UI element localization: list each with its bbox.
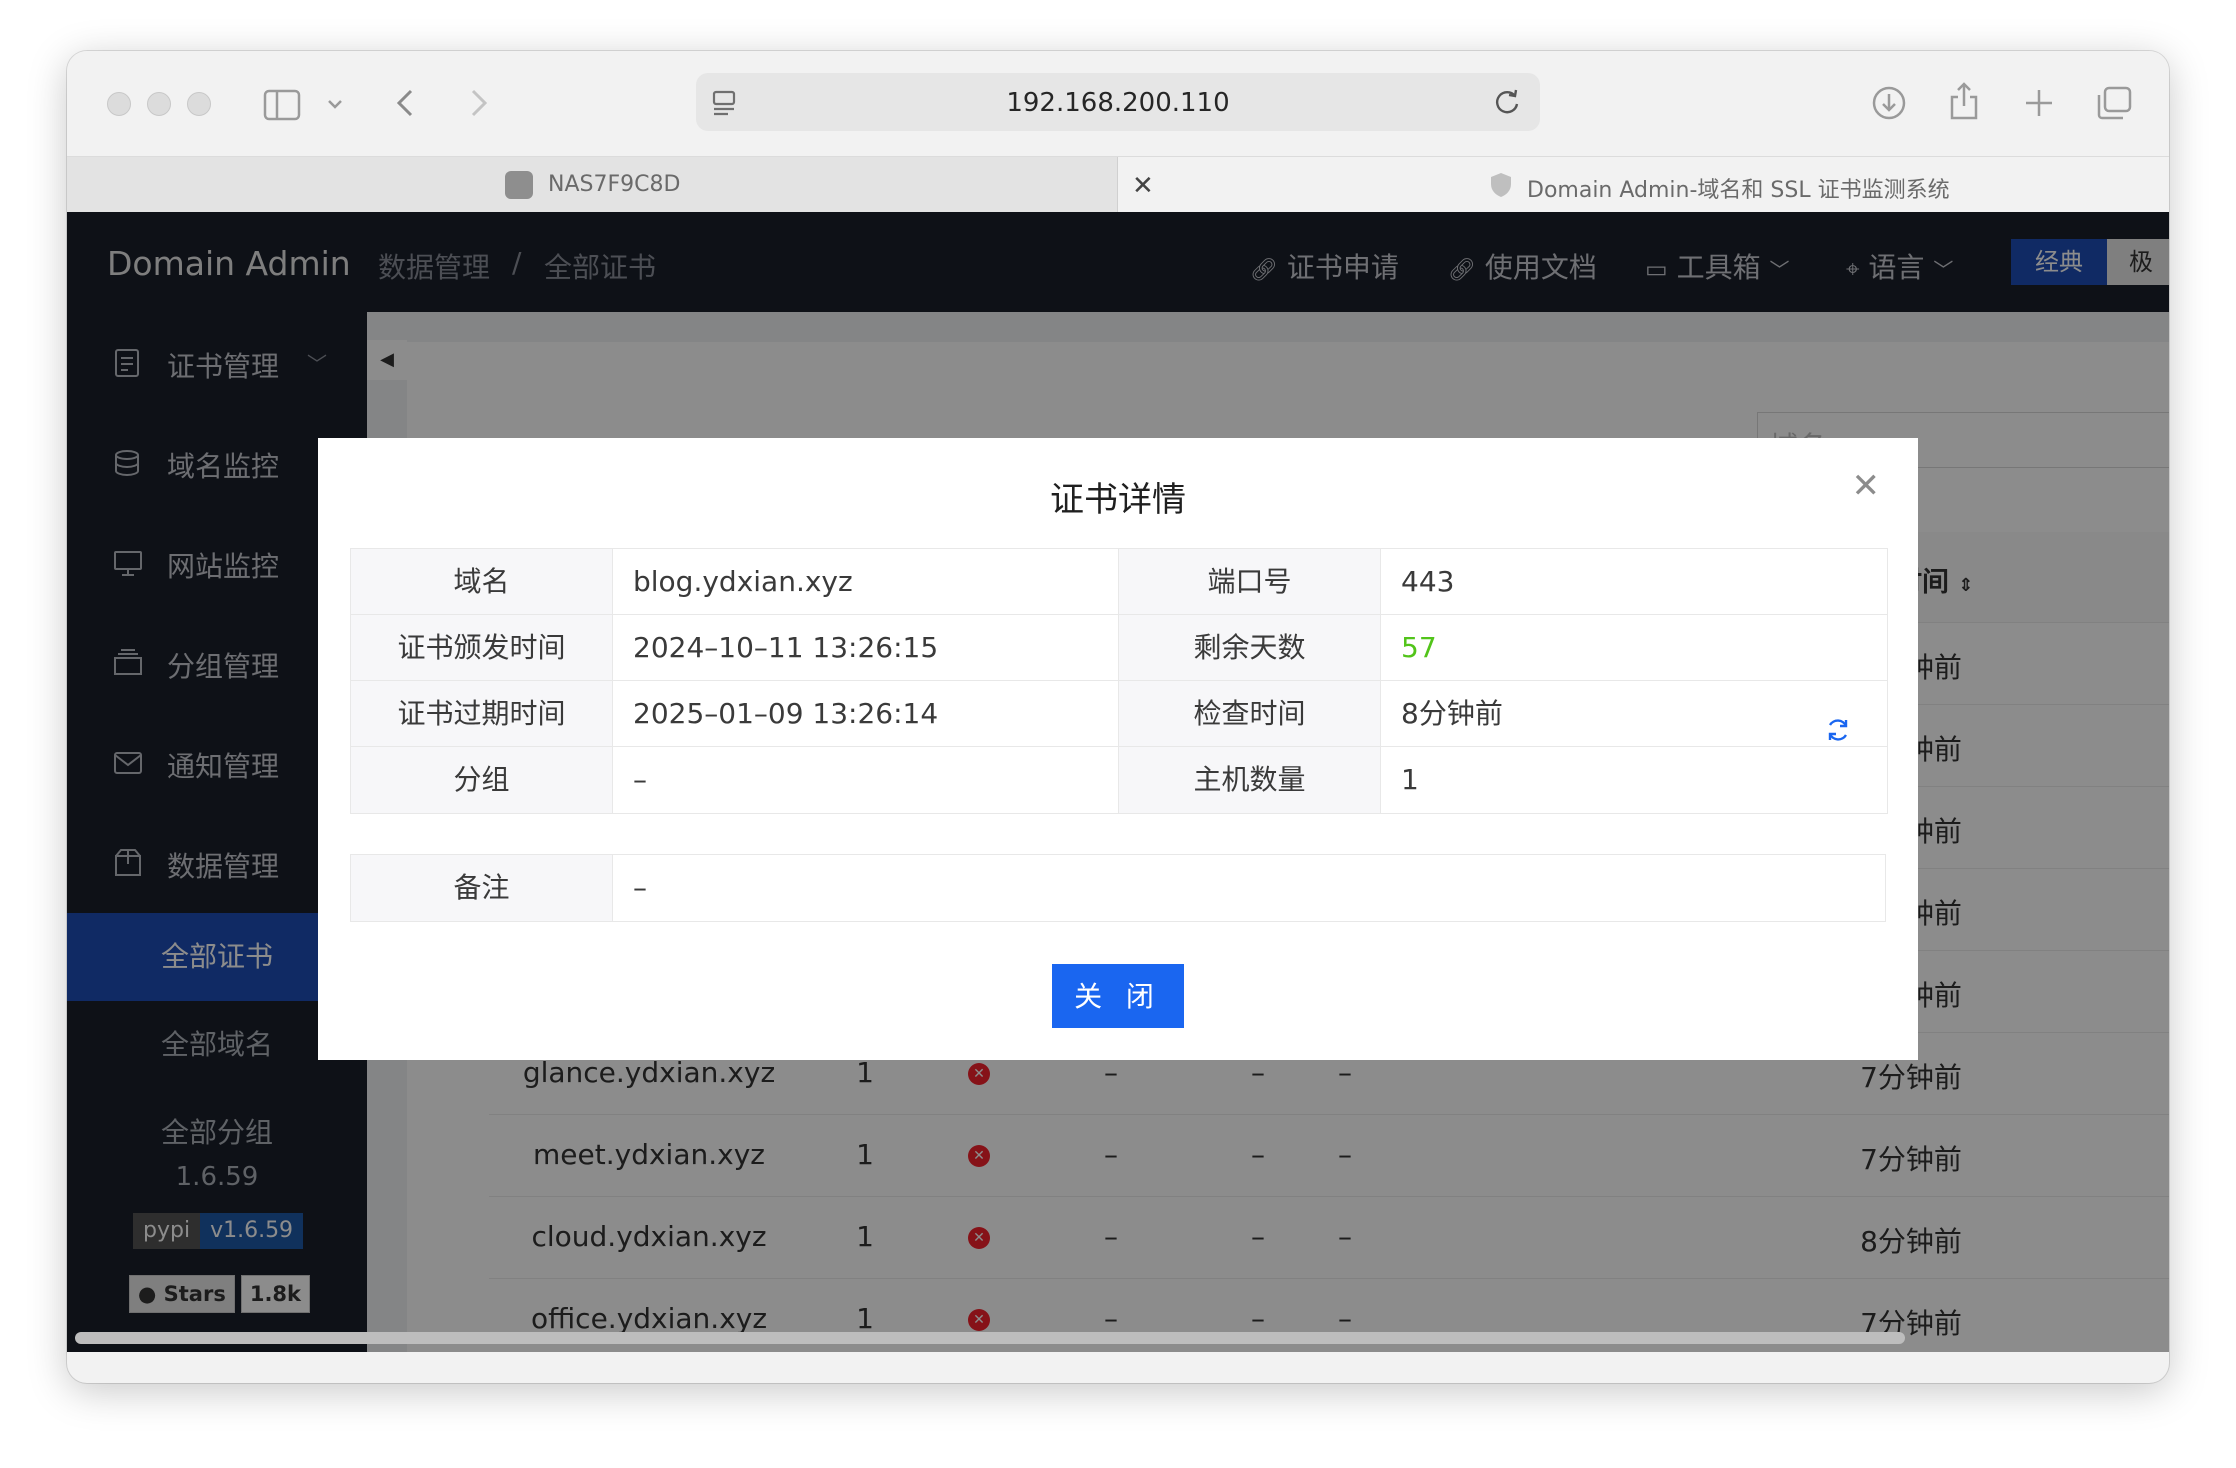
reload-icon[interactable] [1492,87,1522,121]
issue-time-label: 证书颁发时间 [351,615,613,681]
close-window-button[interactable] [107,92,131,116]
tab-label: NAS7F9C8D [548,172,681,197]
remaining-days-label: 剩余天数 [1119,615,1381,681]
back-icon[interactable] [393,85,419,127]
tab-bar: NAS7F9C8D ✕ Domain Admin-域名和 SSL 证书监测系统 [67,156,2169,213]
cert-detail-modal: 证书详情 ✕ 域名 blog.ydxian.xyz 端口号 443 证书颁发时间… [318,438,1918,1060]
modal-title: 证书详情 [1050,480,1186,520]
tab-domain-admin[interactable]: ✕ Domain Admin-域名和 SSL 证书监测系统 [1118,157,2169,213]
browser-window: 192.168.200.110 NAS7F9C8D ✕ Domain Admin… [67,51,2169,1383]
nas-favicon-icon [505,171,533,199]
zoom-window-button[interactable] [187,92,211,116]
group-label: 分组 [351,747,613,813]
cert-detail-table: 域名 blog.ydxian.xyz 端口号 443 证书颁发时间 2024–1… [350,548,1888,814]
remaining-days-value: 57 [1381,615,1887,681]
minimize-window-button[interactable] [147,92,171,116]
browser-toolbar: 192.168.200.110 [67,51,2169,156]
domain-value: blog.ydxian.xyz [613,549,1119,615]
new-tab-icon[interactable] [2023,87,2055,125]
shield-favicon-icon [1488,171,1514,203]
share-icon[interactable] [1947,81,1981,127]
close-icon[interactable]: ✕ [1852,466,1881,506]
url-text: 192.168.200.110 [1006,88,1230,118]
port-label: 端口号 [1119,549,1381,615]
host-count-value: 1 [1381,747,1887,813]
expire-time-label: 证书过期时间 [351,681,613,747]
close-button[interactable]: 关 闭 [1052,964,1184,1028]
app: Domain Admin 数据管理 / 全部证书 🔗︎ 证书申请 🔗︎ 使用文档… [67,212,2169,1352]
note-table: 备注 – [350,854,1886,922]
group-value: – [613,747,1119,813]
domain-label: 域名 [351,549,613,615]
port-value: 443 [1381,549,1887,615]
tab-nas[interactable]: NAS7F9C8D [67,157,1118,213]
expire-time-value: 2025–01–09 13:26:14 [613,681,1119,747]
download-icon[interactable] [1871,85,1907,127]
forward-icon[interactable] [465,85,491,127]
horizontal-scrollbar[interactable] [75,1332,1905,1344]
close-tab-icon[interactable]: ✕ [1132,171,1154,201]
host-count-label: 主机数量 [1119,747,1381,813]
check-time-value: 8分钟前 [1401,697,1503,730]
address-bar[interactable]: 192.168.200.110 [696,73,1540,131]
tab-label: Domain Admin-域名和 SSL 证书监测系统 [1527,178,1950,203]
tab-overview-icon[interactable] [2095,85,2133,127]
note-label: 备注 [351,855,613,921]
check-time-cell: 8分钟前 [1381,681,1887,747]
sidebar-toggle-icon[interactable] [263,88,303,128]
issue-time-value: 2024–10–11 13:26:15 [613,615,1119,681]
chevron-down-icon[interactable] [325,87,345,127]
note-value: – [613,855,1885,921]
check-time-label: 检查时间 [1119,681,1381,747]
